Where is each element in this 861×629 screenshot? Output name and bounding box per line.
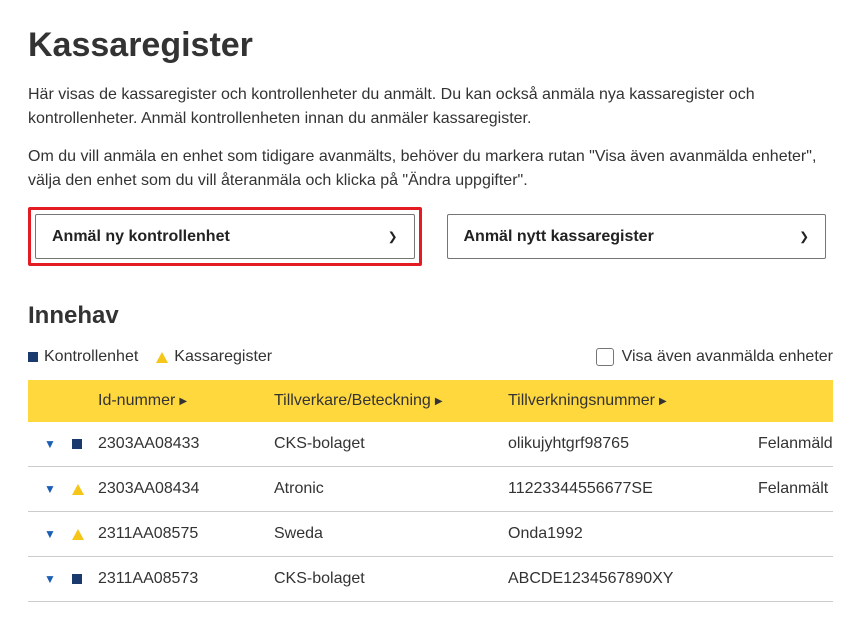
- expand-toggle[interactable]: ▼: [28, 572, 72, 586]
- row-status: Felanmäld: [758, 435, 833, 453]
- sort-arrow-icon: ▶: [179, 396, 187, 407]
- legend-register: Kassaregister: [156, 348, 272, 366]
- table-row[interactable]: ▼ 2303AA08434Atronic11223344556677SEFelan…: [28, 467, 833, 512]
- intro-paragraph-2: Om du vill anmäla en enhet som tidigare …: [28, 145, 833, 193]
- col-icon-header: [72, 392, 98, 410]
- col-id-label: Id-nummer: [98, 392, 175, 410]
- page-title: Kassaregister: [28, 26, 833, 65]
- row-mfr: CKS-bolaget: [274, 570, 508, 588]
- row-serial: Onda1992: [508, 525, 758, 543]
- row-type-icon-cell: [72, 484, 98, 495]
- row-mfr: CKS-bolaget: [274, 435, 508, 453]
- table-row[interactable]: ▼ 2311AA08573CKS-bolagetABCDE1234567890XY: [28, 557, 833, 602]
- show-deregistered-checkbox-row[interactable]: Visa även avanmälda enheter: [596, 348, 833, 366]
- row-type-icon-cell: [72, 529, 98, 540]
- row-type-icon-cell: [72, 439, 98, 449]
- new-register-wrap: Anmäl nytt kassaregister ❯: [440, 207, 834, 266]
- triangle-icon: [72, 529, 84, 540]
- chevron-right-icon: ❯: [799, 227, 809, 246]
- col-serial-header[interactable]: Tillverkningsnummer ▶: [508, 392, 758, 410]
- row-status: Felanmält: [758, 480, 833, 498]
- checkbox-icon: [596, 348, 614, 366]
- legend-register-label: Kassaregister: [174, 348, 272, 366]
- new-control-unit-highlight: Anmäl ny kontrollenhet ❯: [28, 207, 422, 266]
- legend-control-unit: Kontrollenhet: [28, 348, 138, 366]
- row-mfr: Atronic: [274, 480, 508, 498]
- chevron-down-icon: ▼: [44, 437, 56, 451]
- table-header: Id-nummer ▶ Tillverkare/Beteckning ▶ Til…: [28, 380, 833, 422]
- square-icon: [28, 352, 38, 362]
- holdings-table: Id-nummer ▶ Tillverkare/Beteckning ▶ Til…: [28, 380, 833, 602]
- row-serial: ABCDE1234567890XY: [508, 570, 758, 588]
- action-buttons-row: Anmäl ny kontrollenhet ❯ Anmäl nytt kass…: [28, 207, 833, 266]
- square-icon: [72, 574, 82, 584]
- table-row[interactable]: ▼ 2303AA08433CKS-bolagetolikujyhtgrf98765…: [28, 422, 833, 467]
- holdings-title: Innehav: [28, 302, 833, 330]
- chevron-down-icon: ▼: [44, 572, 56, 586]
- sort-arrow-icon: ▶: [435, 396, 443, 407]
- col-mfr-header[interactable]: Tillverkare/Beteckning ▶: [274, 392, 508, 410]
- intro-text: Här visas de kassaregister och kontrolle…: [28, 83, 833, 193]
- triangle-icon: [156, 352, 168, 363]
- triangle-icon: [72, 484, 84, 495]
- intro-paragraph-1: Här visas de kassaregister och kontrolle…: [28, 83, 833, 131]
- legend-left: Kontrollenhet Kassaregister: [28, 348, 272, 366]
- chevron-right-icon: ❯: [388, 227, 398, 246]
- new-register-button[interactable]: Anmäl nytt kassaregister ❯: [447, 214, 827, 259]
- col-toggle-header: [28, 392, 72, 410]
- chevron-down-icon: ▼: [44, 482, 56, 496]
- row-type-icon-cell: [72, 574, 98, 584]
- sort-arrow-icon: ▶: [659, 396, 667, 407]
- new-control-unit-button[interactable]: Anmäl ny kontrollenhet ❯: [35, 214, 415, 259]
- col-mfr-label: Tillverkare/Beteckning: [274, 392, 431, 410]
- row-id: 2303AA08434: [98, 480, 274, 498]
- new-control-unit-label: Anmäl ny kontrollenhet: [52, 228, 230, 246]
- expand-toggle[interactable]: ▼: [28, 437, 72, 451]
- row-serial: 11223344556677SE: [508, 480, 758, 498]
- col-id-header[interactable]: Id-nummer ▶: [98, 392, 274, 410]
- show-deregistered-label: Visa även avanmälda enheter: [622, 348, 833, 366]
- row-id: 2311AA08575: [98, 525, 274, 543]
- col-serial-label: Tillverkningsnummer: [508, 392, 655, 410]
- table-row[interactable]: ▼ 2311AA08575SwedaOnda1992: [28, 512, 833, 557]
- row-mfr: Sweda: [274, 525, 508, 543]
- legend-row: Kontrollenhet Kassaregister Visa även av…: [28, 348, 833, 366]
- expand-toggle[interactable]: ▼: [28, 527, 72, 541]
- table-body: ▼2303AA08433CKS-bolagetolikujyhtgrf98765…: [28, 422, 833, 602]
- row-id: 2303AA08433: [98, 435, 274, 453]
- expand-toggle[interactable]: ▼: [28, 482, 72, 496]
- row-serial: olikujyhtgrf98765: [508, 435, 758, 453]
- chevron-down-icon: ▼: [44, 527, 56, 541]
- new-register-label: Anmäl nytt kassaregister: [464, 228, 654, 246]
- row-id: 2311AA08573: [98, 570, 274, 588]
- square-icon: [72, 439, 82, 449]
- col-status-header: [758, 392, 833, 410]
- legend-control-unit-label: Kontrollenhet: [44, 348, 138, 366]
